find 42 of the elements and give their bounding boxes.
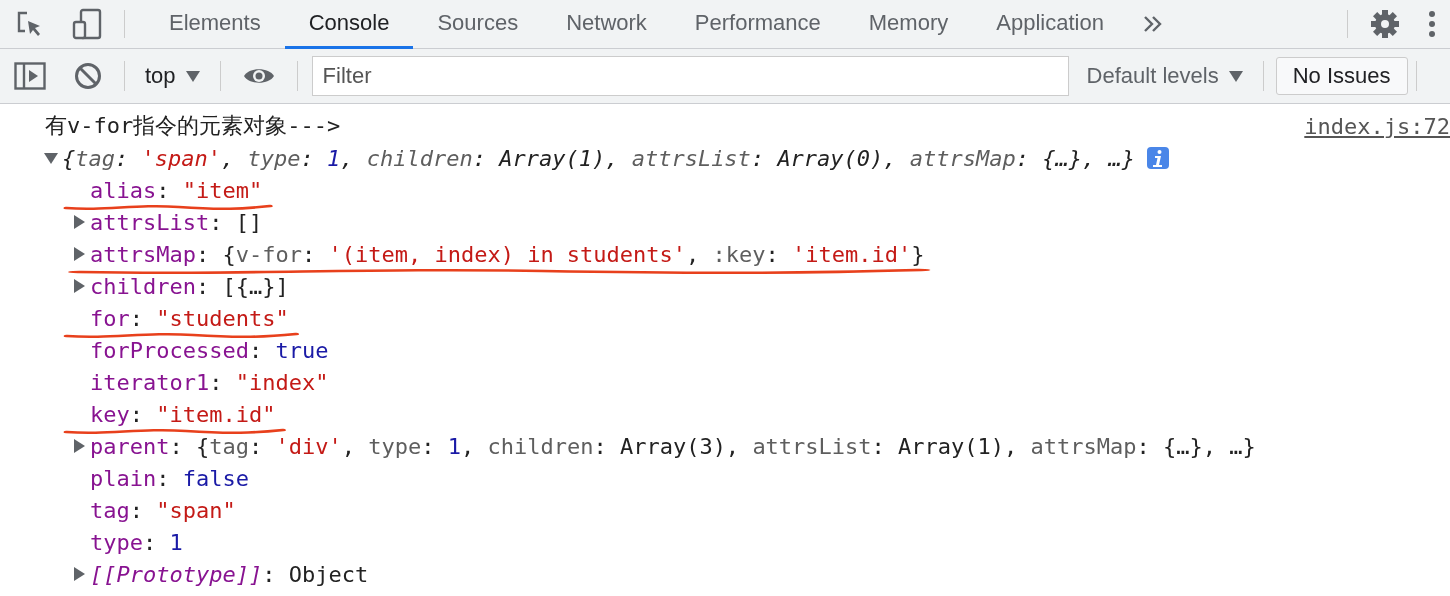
log-message: 有v-for指令的元素对象---> [45,112,341,140]
tab[interactable]: Elements [145,0,285,49]
property-line[interactable]: attrsList: [] [90,209,263,235]
property-line[interactable]: parent: {tag: 'div', type: 1, children: Array(3), attrsList: Array(1), attrsMap: {…}, …} [90,433,1256,459]
tab[interactable]: Memory [844,0,973,49]
property-line: key: "item.id" [90,401,276,427]
source-link[interactable]: index.js:72 [1304,113,1450,139]
tab[interactable]: Application [972,0,1128,49]
filter-field[interactable]: Filter [311,56,1069,96]
device-toggle-icon[interactable] [72,8,102,40]
expand-triangle-icon[interactable] [72,215,86,229]
property-line: forProcessed: true [90,337,329,363]
tab[interactable]: Performance [670,0,845,49]
tab[interactable]: Network [542,0,671,49]
expand-triangle-icon[interactable] [72,279,86,293]
settings-icon[interactable] [1370,9,1400,39]
property-line: iterator1: "index" [90,369,329,395]
property-line: alias: "item" [90,177,263,203]
expand-triangle-icon[interactable] [72,439,86,453]
sidebar-toggle-icon[interactable] [14,62,46,90]
issues-button[interactable]: No Issues [1275,57,1408,95]
property-line[interactable]: attrsMap: {v-for: '(item, index) in students', :key: 'item.id'} [90,241,925,267]
expand-triangle-icon[interactable] [72,567,86,581]
more-options-icon[interactable] [1428,10,1436,38]
expand-triangle-icon[interactable] [72,247,86,261]
property-line: plain: false [90,465,249,491]
object-preview[interactable]: {tag: 'span', type: 1, children: Array(1), attrsList: Array(0), attrsMap: {…}, …} [62,145,1136,171]
tab[interactable]: Sources [413,0,543,49]
property-line[interactable]: [[Prototype]]: Object [90,561,369,587]
caret-icon[interactable] [185,70,200,82]
caret-icon[interactable] [1228,70,1243,82]
more-tabs-icon[interactable] [1141,14,1164,34]
property-line: for: "students" [90,305,289,331]
context-selector[interactable]: top [145,63,176,89]
property-line: type: 1 [90,529,183,555]
eye-icon[interactable] [242,66,275,86]
property-line: tag: "span" [90,497,236,523]
info-icon[interactable] [1147,147,1170,169]
property-line[interactable]: children: [{…}] [90,273,289,299]
collapse-triangle-icon[interactable] [44,151,58,165]
clear-console-icon[interactable] [74,62,102,90]
levels-dropdown[interactable]: Default levels [1086,63,1219,89]
